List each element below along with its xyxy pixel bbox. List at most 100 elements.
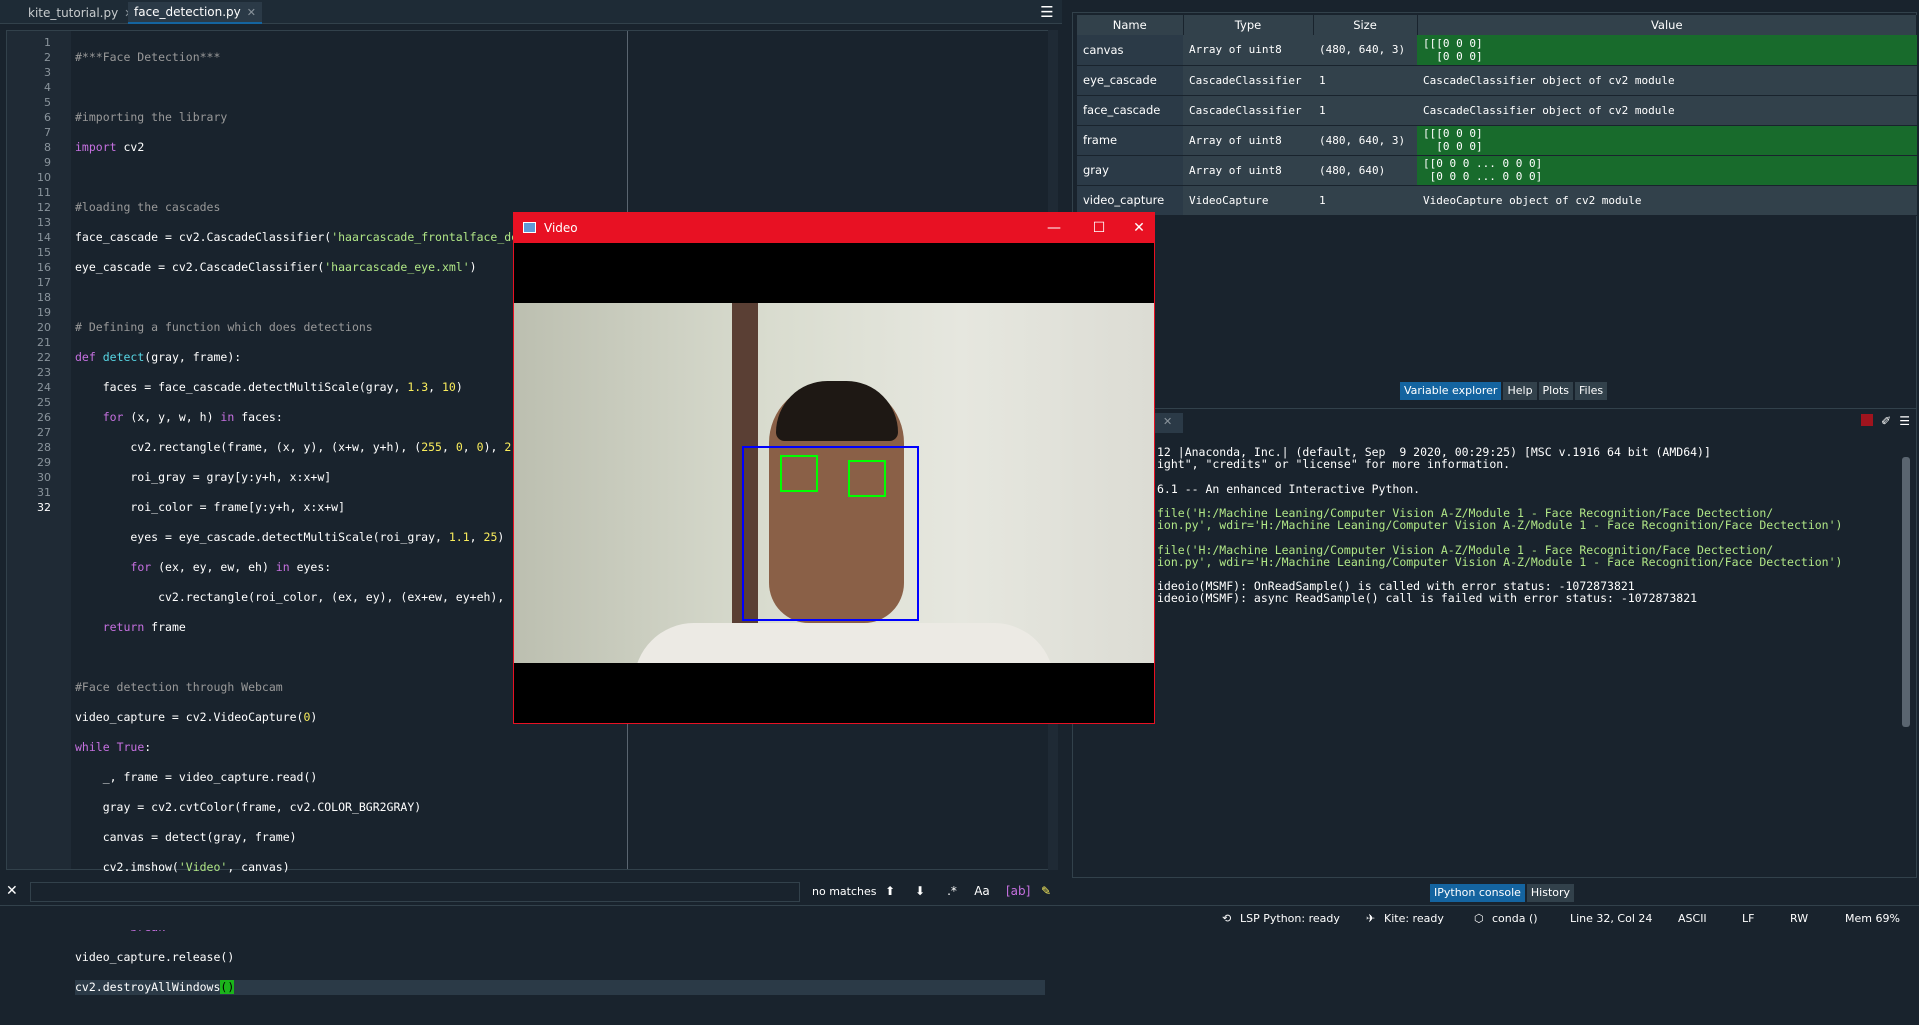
variable-type: CascadeClassifier (1183, 65, 1313, 96)
variable-row[interactable]: face_cascade CascadeClassifier 1 CascadeCla… (1077, 95, 1917, 126)
variable-name: video_capture (1077, 185, 1183, 216)
hamburger-icon[interactable]: ☰ (1899, 414, 1910, 428)
variable-row[interactable]: eye_cascade CascadeClassifier 1 CascadeClas… (1077, 65, 1917, 96)
tab-help[interactable]: Help (1503, 382, 1537, 400)
video-titlebar[interactable]: Video — ☐ ✕ (514, 213, 1154, 243)
line-number: 4 (44, 81, 51, 94)
tab-kite-tutorial[interactable]: kite_tutorial.py ✕ (22, 2, 139, 24)
minimize-button[interactable]: — (1039, 217, 1069, 239)
tab-ipython-console[interactable]: IPython console (1430, 884, 1525, 902)
find-input[interactable] (30, 882, 800, 902)
eye-detection-box-right (848, 460, 886, 497)
find-status: no matches (812, 885, 877, 898)
variable-value: CascadeClassifier object of cv2 module (1417, 65, 1917, 96)
line-number: 27 (37, 426, 51, 439)
col-header-value[interactable]: Value (1417, 15, 1917, 35)
eol: LF (1742, 912, 1755, 925)
case-sensitive-icon[interactable]: Aa (974, 883, 990, 899)
line-number: 3 (44, 66, 51, 79)
line-number: 18 (37, 291, 51, 304)
find-bar: ✕ no matches ⬆ ⬇ .* Aa [ab] ✎ (0, 878, 1062, 906)
line-number-gutter: 1 2 3 4 5 6 7 8 9 10 11 12 13 14 15 16 17 18 19 20 21 22 23 24 2… (7, 31, 71, 869)
line-number: 30 (37, 471, 51, 484)
variable-size: 1 (1313, 95, 1417, 126)
line-number: 9 (44, 156, 51, 169)
window-title: Video (544, 221, 578, 235)
highlight-icon[interactable]: ✎ (1038, 883, 1054, 899)
col-header-type[interactable]: Type (1183, 15, 1314, 35)
line-number: 10 (37, 171, 51, 184)
variable-row[interactable]: frame Array of uint8 (480, 640, 3) [[[0 0 0… (1077, 125, 1917, 156)
hair (776, 381, 898, 441)
regex-icon[interactable]: .* (944, 883, 960, 899)
editor-tabbar: kite_tutorial.py ✕ face_detection.py ✕ ☰ (0, 0, 1062, 24)
line-number: 23 (37, 366, 51, 379)
console-line: ion.py', wdir='H:/Machine Leaning/Comput… (1157, 518, 1843, 533)
lsp-status[interactable]: LSP Python: ready (1240, 912, 1340, 925)
variable-name: gray (1077, 155, 1183, 186)
tab-label: face_detection.py (134, 5, 241, 19)
whole-word-icon[interactable]: [ab] (1006, 883, 1030, 899)
lsp-icon: ⟲ (1222, 912, 1232, 925)
variable-row[interactable]: gray Array of uint8 (480, 640) [[0 0 0 ... … (1077, 155, 1917, 186)
close-icon[interactable]: ✕ (1163, 415, 1172, 428)
arrow-up-icon[interactable]: ⬆ (882, 883, 898, 899)
hamburger-icon[interactable]: ☰ (1038, 3, 1056, 21)
file-mode: RW (1790, 912, 1809, 925)
variable-row[interactable]: canvas Array of uint8 (480, 640, 3) [[[0 0 … (1077, 35, 1917, 66)
conda-status[interactable]: conda () (1492, 912, 1538, 925)
cursor-position: Line 32, Col 24 (1570, 912, 1653, 925)
close-icon[interactable]: ✕ (247, 6, 256, 19)
line-number: 7 (44, 126, 51, 139)
line-number: 24 (37, 381, 51, 394)
variable-value: [[0 0 0 ... 0 0 0] [0 0 0 ... 0 0 0] (1417, 155, 1917, 186)
variable-value: [[[0 0 0] [0 0 0] (1417, 35, 1917, 66)
variable-size: 1 (1313, 65, 1417, 96)
variable-name: frame (1077, 125, 1183, 156)
line-number: 28 (37, 441, 51, 454)
line-number: 19 (37, 306, 51, 319)
console-line: ion.py', wdir='H:/Machine Leaning/Comput… (1157, 554, 1843, 569)
variable-size: (480, 640, 3) (1313, 125, 1417, 156)
col-header-size[interactable]: Size (1313, 15, 1418, 35)
maximize-button[interactable]: ☐ (1084, 217, 1114, 239)
arrow-down-icon[interactable]: ⬇ (912, 883, 928, 899)
variable-size: (480, 640) (1313, 155, 1417, 186)
eraser-icon[interactable]: ✐ (1881, 414, 1891, 428)
console-scrollbar[interactable] (1902, 457, 1910, 727)
variable-type: Array of uint8 (1183, 125, 1313, 156)
ipython-console[interactable]: ✕ ✐ ☰ 12 |Anaconda, Inc.| (default, Sep … (1072, 408, 1917, 878)
line-number: 32 (37, 501, 51, 514)
console-toolbar: ✐ ☰ (1861, 414, 1910, 428)
kite-status[interactable]: Kite: ready (1384, 912, 1444, 925)
tab-face-detection[interactable]: face_detection.py ✕ (128, 2, 262, 24)
video-frame-area (514, 243, 1154, 723)
window-icon (523, 222, 536, 233)
line-number: 2 (44, 51, 51, 64)
line-number: 12 (37, 201, 51, 214)
line-number: 15 (37, 246, 51, 259)
video-window[interactable]: Video — ☐ ✕ (513, 212, 1155, 724)
close-button[interactable]: ✕ (1124, 217, 1154, 239)
variable-value: CascadeClassifier object of cv2 module (1417, 95, 1917, 126)
variable-size: (480, 640, 3) (1313, 35, 1417, 66)
tab-plots[interactable]: Plots (1538, 382, 1574, 400)
line-number: 5 (44, 96, 51, 109)
tab-variable-explorer[interactable]: Variable explorer (1400, 382, 1502, 400)
tab-files[interactable]: Files (1575, 382, 1608, 400)
stop-icon[interactable] (1861, 414, 1874, 426)
variable-value: [[[0 0 0] [0 0 0] (1417, 125, 1917, 156)
tab-history[interactable]: History (1526, 884, 1575, 902)
kite-icon: ✈ (1366, 912, 1376, 925)
variable-row[interactable]: video_capture VideoCapture 1 VideoCapture o… (1077, 185, 1917, 216)
console-line: ight", "credits" or "license" for more i… (1157, 457, 1511, 472)
console-output[interactable]: 12 |Anaconda, Inc.| (default, Sep 9 2020… (1157, 445, 1897, 605)
line-number: 1 (44, 36, 51, 49)
col-header-name[interactable]: Name (1077, 15, 1184, 35)
line-number: 11 (37, 186, 51, 199)
line-number: 25 (37, 396, 51, 409)
close-icon[interactable]: ✕ (6, 883, 18, 899)
variable-explorer-tabs: Variable explorer Help Plots Files (1400, 382, 1608, 400)
